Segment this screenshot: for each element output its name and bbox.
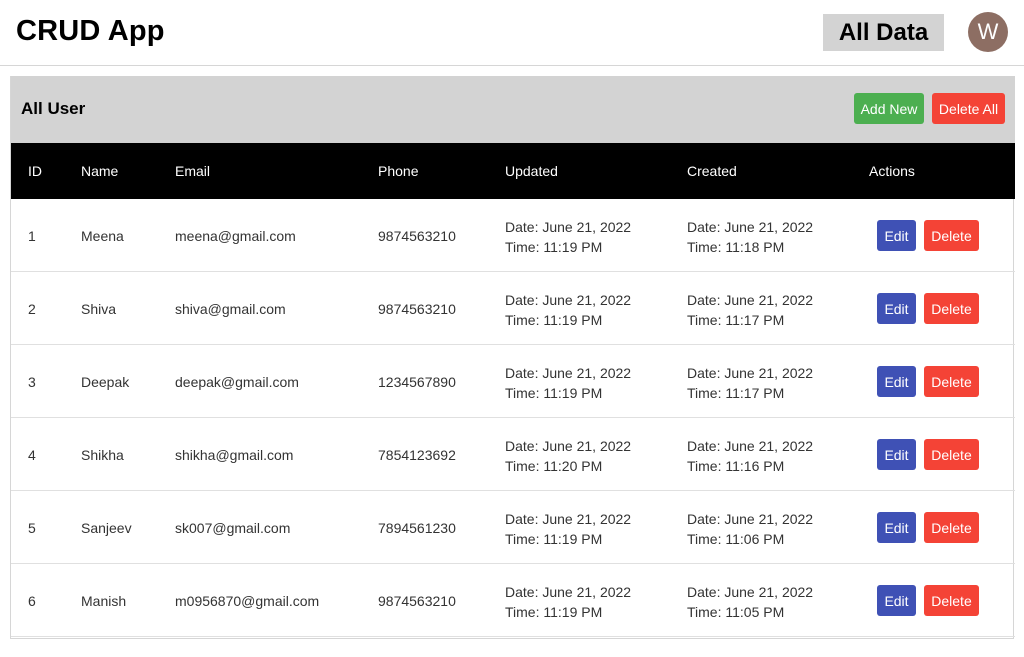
created-date: Date: June 21, 2022 (687, 584, 814, 600)
table-row: 5 Sanjeev sk007@gmail.com 7894561230 Dat… (11, 491, 1015, 564)
cell-name: Deepak (81, 374, 130, 390)
delete-button[interactable]: Delete (924, 512, 979, 543)
cell-created: Date: June 21, 2022 Time: 11:18 PM (687, 217, 813, 257)
edit-button[interactable]: Edit (877, 585, 916, 616)
cell-id: 4 (28, 447, 36, 463)
created-date: Date: June 21, 2022 (687, 365, 814, 381)
cell-id: 5 (28, 520, 36, 536)
updated-date: Date: June 21, 2022 (505, 365, 632, 381)
delete-button[interactable]: Delete (924, 585, 979, 616)
delete-button[interactable]: Delete (924, 439, 979, 470)
cell-updated: Date: June 21, 2022 Time: 11:19 PM (505, 363, 631, 403)
updated-time: Time: 11:19 PM (505, 604, 603, 620)
table-row: 3 Deepak deepak@gmail.com 1234567890 Dat… (11, 345, 1015, 418)
cell-id: 6 (28, 593, 36, 609)
created-time: Time: 11:06 PM (687, 531, 785, 547)
users-panel: All User Add New Delete All ID Name Emai… (10, 76, 1015, 639)
add-new-button[interactable]: Add New (854, 93, 924, 124)
cell-name: Sanjeev (81, 520, 132, 536)
created-time: Time: 11:05 PM (687, 604, 785, 620)
column-header-updated: Updated (505, 163, 558, 179)
cell-phone: 9874563210 (378, 593, 456, 609)
created-time: Time: 11:18 PM (687, 239, 785, 255)
cell-email: m0956870@gmail.com (175, 593, 320, 609)
delete-button[interactable]: Delete (924, 293, 979, 324)
delete-button[interactable]: Delete (924, 220, 979, 251)
cell-updated: Date: June 21, 2022 Time: 11:19 PM (505, 509, 631, 549)
updated-time: Time: 11:20 PM (505, 458, 603, 474)
cell-name: Shiva (81, 301, 117, 317)
created-time: Time: 11:16 PM (687, 458, 785, 474)
updated-time: Time: 11:19 PM (505, 385, 603, 401)
cell-phone: 9874563210 (378, 301, 456, 317)
updated-date: Date: June 21, 2022 (505, 584, 632, 600)
cell-id: 2 (28, 301, 36, 317)
created-date: Date: June 21, 2022 (687, 511, 814, 527)
column-header-id: ID (28, 163, 42, 179)
edit-button[interactable]: Edit (877, 512, 916, 543)
cell-created: Date: June 21, 2022 Time: 11:17 PM (687, 363, 813, 403)
delete-all-button[interactable]: Delete All (932, 93, 1005, 124)
cell-created: Date: June 21, 2022 Time: 11:05 PM (687, 582, 813, 622)
cell-created: Date: June 21, 2022 Time: 11:06 PM (687, 509, 813, 549)
updated-time: Time: 11:19 PM (505, 239, 603, 255)
cell-name: Manish (81, 593, 127, 609)
updated-time: Time: 11:19 PM (505, 531, 603, 547)
updated-date: Date: June 21, 2022 (505, 511, 632, 527)
updated-date: Date: June 21, 2022 (505, 292, 632, 308)
table-row: 2 Shiva shiva@gmail.com 9874563210 Date:… (11, 272, 1015, 345)
cell-updated: Date: June 21, 2022 Time: 11:19 PM (505, 582, 631, 622)
cell-phone: 7894561230 (378, 520, 456, 536)
delete-button[interactable]: Delete (924, 366, 979, 397)
updated-date: Date: June 21, 2022 (505, 219, 632, 235)
created-date: Date: June 21, 2022 (687, 292, 814, 308)
edit-button[interactable]: Edit (877, 220, 916, 251)
column-header-email: Email (175, 163, 211, 179)
updated-time: Time: 11:19 PM (505, 312, 603, 328)
panel-title: All User (21, 99, 86, 118)
cell-email: shiva@gmail.com (175, 301, 286, 317)
cell-email: sk007@gmail.com (175, 520, 291, 536)
cell-name: Meena (81, 228, 124, 244)
all-data-nav-link[interactable]: All Data (823, 14, 944, 51)
cell-name: Shikha (81, 447, 124, 463)
edit-button[interactable]: Edit (877, 366, 916, 397)
column-header-created: Created (687, 163, 737, 179)
created-time: Time: 11:17 PM (687, 312, 785, 328)
cell-updated: Date: June 21, 2022 Time: 11:20 PM (505, 436, 631, 476)
table-row: 1 Meena meena@gmail.com 9874563210 Date:… (11, 199, 1015, 272)
cell-email: meena@gmail.com (175, 228, 296, 244)
cell-created: Date: June 21, 2022 Time: 11:17 PM (687, 290, 813, 330)
created-date: Date: June 21, 2022 (687, 438, 814, 454)
updated-date: Date: June 21, 2022 (505, 438, 632, 454)
cell-updated: Date: June 21, 2022 Time: 11:19 PM (505, 290, 631, 330)
top-app-bar: CRUD App All Data W (0, 0, 1024, 66)
edit-button[interactable]: Edit (877, 439, 916, 470)
cell-id: 3 (28, 374, 36, 390)
cell-email: deepak@gmail.com (175, 374, 299, 390)
avatar[interactable]: W (968, 12, 1008, 52)
column-header-actions: Actions (869, 163, 915, 179)
column-header-phone: Phone (378, 163, 419, 179)
created-time: Time: 11:17 PM (687, 385, 785, 401)
cell-created: Date: June 21, 2022 Time: 11:16 PM (687, 436, 813, 476)
table-body: 1 Meena meena@gmail.com 9874563210 Date:… (11, 199, 1015, 637)
table-header: ID Name Email Phone Updated Created Acti… (11, 143, 1015, 199)
column-header-name: Name (81, 163, 119, 179)
cell-phone: 7854123692 (378, 447, 456, 463)
panel-header: All User Add New Delete All (11, 76, 1015, 143)
cell-phone: 1234567890 (378, 374, 456, 390)
cell-phone: 9874563210 (378, 228, 456, 244)
app-title: CRUD App (16, 15, 165, 47)
edit-button[interactable]: Edit (877, 293, 916, 324)
table-row: 4 Shikha shikha@gmail.com 7854123692 Dat… (11, 418, 1015, 491)
table-row: 6 Manish m0956870@gmail.com 9874563210 D… (11, 564, 1015, 637)
created-date: Date: June 21, 2022 (687, 219, 814, 235)
cell-updated: Date: June 21, 2022 Time: 11:19 PM (505, 217, 631, 257)
cell-email: shikha@gmail.com (175, 447, 294, 463)
cell-id: 1 (28, 228, 36, 244)
